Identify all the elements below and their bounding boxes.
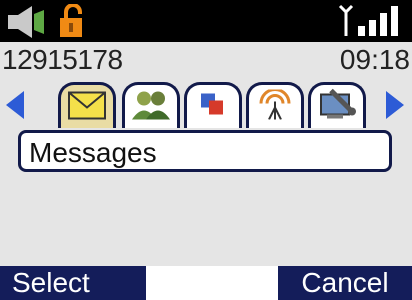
left-arrow-icon[interactable] xyxy=(6,91,24,124)
contacts-icon xyxy=(131,89,171,124)
tab-settings[interactable] xyxy=(308,82,366,128)
tab-wireless[interactable] xyxy=(246,82,304,128)
tab-gallery[interactable] xyxy=(184,82,242,128)
antenna-icon xyxy=(338,4,354,41)
tab-messages[interactable] xyxy=(58,82,116,130)
right-arrow-icon[interactable] xyxy=(386,91,404,124)
unlocked-icon xyxy=(58,3,88,43)
wireless-icon xyxy=(258,87,292,124)
select-softkey[interactable]: Select xyxy=(0,266,146,300)
settings-icon xyxy=(317,88,357,125)
messages-icon xyxy=(68,91,106,124)
selected-item-label: Messages xyxy=(29,137,157,168)
signal-bars-icon xyxy=(356,4,406,41)
content-area: Messages xyxy=(0,128,412,266)
tab-contacts[interactable] xyxy=(122,82,180,128)
cancel-softkey[interactable]: Cancel xyxy=(278,266,412,300)
clock: 09:18 xyxy=(339,44,410,75)
info-row: 12915178 09:18 xyxy=(0,42,412,78)
softkey-bar: Select Cancel xyxy=(0,266,412,300)
gallery-icon xyxy=(199,91,227,122)
speaker-icon xyxy=(8,6,52,43)
status-bar xyxy=(0,0,412,42)
selected-item-label-box[interactable]: Messages xyxy=(18,130,392,172)
tab-strip xyxy=(0,78,412,130)
phone-number: 12915178 xyxy=(2,44,123,75)
